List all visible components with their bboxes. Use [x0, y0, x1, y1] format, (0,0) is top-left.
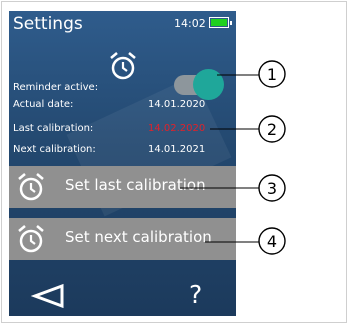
callout-number-4: 4	[267, 232, 277, 251]
callout-number-1: 1	[267, 65, 277, 84]
callout-number-2: 2	[267, 120, 277, 139]
callout-number-3: 3	[267, 179, 277, 198]
callout-layer: 1 2 3 4	[180, 60, 286, 255]
